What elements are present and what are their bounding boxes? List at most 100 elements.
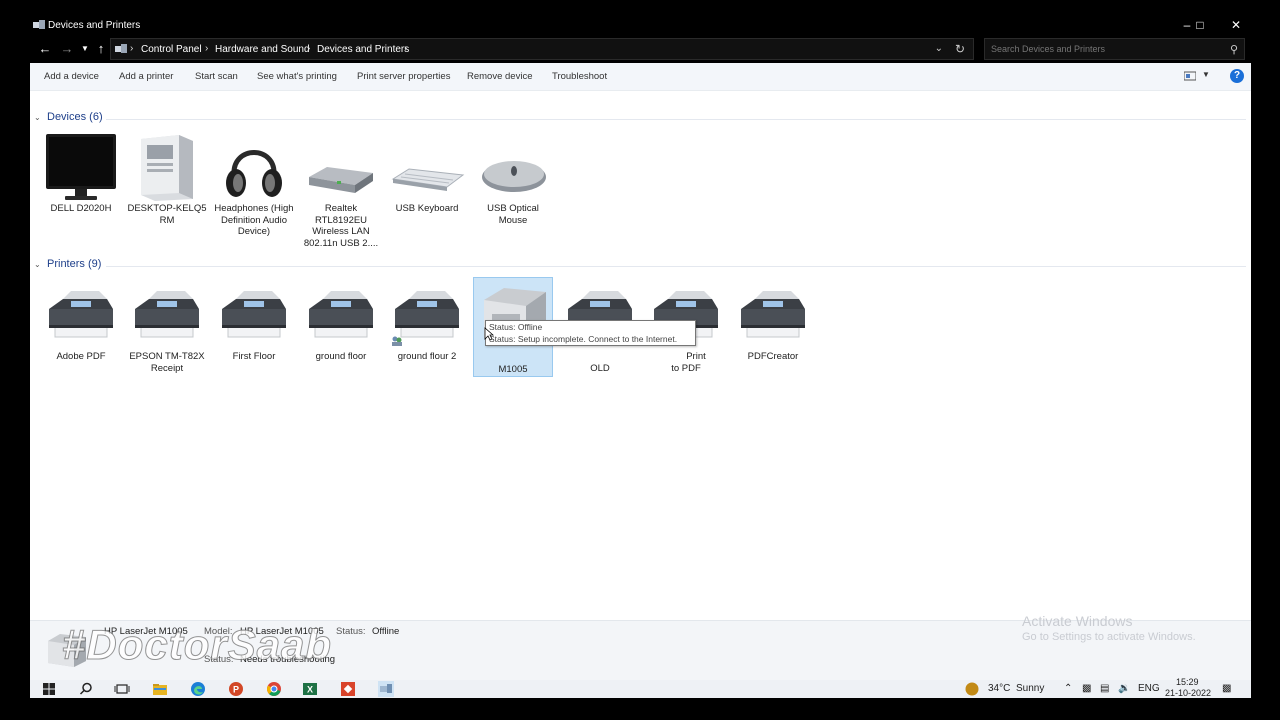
clock-time[interactable]: 15:29 [1176,677,1199,687]
network-icon[interactable]: ▩ [1082,683,1091,694]
devices-and-printers-window: Devices and Printers – □ ✕ ← → ▼ ↑ › Con… [30,14,1251,698]
weather-temperature[interactable]: 34°C [988,683,1010,694]
close-button[interactable]: ✕ [1218,16,1251,34]
device-name: Realtek RTL8192EU Wireless LAN 802.11n U… [303,203,379,249]
devices-printers-app-icon [33,20,45,29]
breadcrumb-devices-and-printers[interactable]: Devices and Printers [317,44,409,55]
file-explorer-icon[interactable] [152,681,168,697]
help-icon[interactable]: ? [1230,69,1244,83]
devices-printers-taskbar-icon[interactable] [378,681,394,697]
show-hidden-icons-chevron-icon[interactable]: ⌃ [1064,683,1072,694]
remove-device-button[interactable]: Remove device [467,71,532,82]
breadcrumb-separator-icon: › [307,43,311,54]
headphones-icon [226,150,282,197]
printer-name: ground floor [315,351,367,362]
weather-sunny-icon [965,682,979,696]
group-divider [106,119,1246,120]
printer-name: to PDF [671,362,701,374]
search-icon[interactable]: ⚲ [1230,43,1238,56]
anydesk-icon[interactable] [340,681,356,697]
device-item[interactable]: DESKTOP-KELQ5 RM [127,131,207,226]
breadcrumb-separator-icon: › [404,43,408,54]
breadcrumb-separator-icon: › [130,43,134,54]
network-adapter-icon [309,167,373,193]
wifi-icon[interactable]: ▤ [1100,683,1109,694]
mouse-icon [482,161,546,192]
breadcrumb-hardware-and-sound[interactable]: Hardware and Sound [215,44,310,55]
window-title: Devices and Printers [48,20,141,31]
devices-group-label: Devices (6) [47,111,103,123]
notification-center-icon[interactable]: ▩ [1222,683,1231,694]
device-item[interactable]: DELL D2020H [41,131,121,215]
content-area: ⌄ Devices (6) DELL D2020H DESKTOP-KELQ5 … [30,91,1251,620]
shared-users-icon [392,336,402,346]
keyboard-icon [391,168,465,191]
search-icon[interactable] [78,681,94,697]
activate-windows-notice: Activate Windows Go to Settings to activ… [1022,613,1196,643]
status-tooltip: Status: Offline Status: Setup incomplete… [485,320,696,346]
device-item[interactable]: USB Optical Mouse [473,131,553,226]
add-printer-button[interactable]: Add a printer [119,71,173,82]
input-language[interactable]: ENG [1138,683,1160,694]
clock-date[interactable]: 21-10-2022 [1165,688,1211,698]
device-name: DESKTOP-KELQ5 RM [127,203,207,226]
printer-icon [134,290,200,338]
monitor-icon [46,134,116,200]
change-view-icon[interactable] [1184,71,1196,81]
device-name: Headphones (High Definition Audio Device… [214,203,294,237]
printer-name: OLD [590,363,610,374]
breadcrumb-control-panel[interactable]: Control Panel [141,44,202,55]
add-device-button[interactable]: Add a device [44,71,99,82]
tooltip-line-1: Status: Offline [489,322,543,332]
printer-item[interactable]: ground flour 2 [387,279,467,363]
up-button[interactable]: ↑ [92,40,110,58]
mouse-cursor-icon [484,327,494,341]
volume-icon[interactable]: 🔉 [1118,683,1130,694]
forward-button[interactable]: → [58,40,76,58]
task-view-icon[interactable] [114,681,130,697]
excel-icon[interactable]: X [302,681,318,697]
device-item[interactable]: Headphones (High Definition Audio Device… [214,131,294,238]
printer-item[interactable]: ground floor [301,279,381,363]
printer-name-top: Print [686,351,706,362]
start-scan-button[interactable]: Start scan [195,71,238,82]
printer-item[interactable]: PDFCreator [733,279,813,363]
title-bar[interactable]: Devices and Printers – □ ✕ [30,14,1251,36]
activate-windows-subtitle: Go to Settings to activate Windows. [1022,631,1196,643]
device-item[interactable]: Realtek RTL8192EU Wireless LAN 802.11n U… [301,131,381,249]
printer-name: Adobe PDF [56,351,106,362]
print-server-properties-button[interactable]: Print server properties [357,71,450,82]
printer-name: EPSON TM-T82X Receipt [129,351,205,374]
video-watermark: #DoctorSaab [61,621,333,669]
edge-browser-icon[interactable] [190,681,206,697]
chrome-browser-icon[interactable] [266,681,282,697]
address-row: ← → ▼ ↑ › Control Panel › Hardware and S… [30,36,1251,63]
device-name: USB Optical Mouse [487,203,539,226]
svg-text:P: P [233,685,239,695]
computer-tower-icon [141,135,193,201]
tooltip-line-2: Status: Setup incomplete. Connect to the… [489,333,678,344]
refresh-icon[interactable]: ↻ [955,42,965,56]
back-button[interactable]: ← [36,40,54,58]
device-item[interactable]: USB Keyboard [387,131,467,215]
printer-item[interactable]: First Floor [214,279,294,363]
maximize-button[interactable]: □ [1182,16,1218,34]
address-bar[interactable]: › Control Panel › Hardware and Sound › D… [110,38,974,60]
printer-icon [308,290,374,338]
printer-item[interactable]: EPSON TM-T82X Receipt [127,279,207,374]
taskbar: P X 34°C Sunny ⌃ ▩ ▤ 🔉 ENG 15:29 21-10-2… [30,677,1251,698]
weather-condition[interactable]: Sunny [1016,683,1044,694]
search-box[interactable]: ⚲ [984,38,1245,60]
powerpoint-icon[interactable]: P [228,681,244,697]
printer-item[interactable]: Adobe PDF [41,279,121,363]
command-bar: Add a device Add a printer Start scan Se… [30,63,1251,91]
view-options-dropdown-icon[interactable]: ▼ [1202,70,1210,79]
troubleshoot-button[interactable]: Troubleshoot [552,71,607,82]
search-input[interactable] [987,41,1217,57]
windows-start-icon[interactable] [41,681,57,697]
collapse-chevron-icon[interactable]: ⌄ [34,113,41,122]
details-status-value: Offline [372,626,400,637]
collapse-chevron-icon[interactable]: ⌄ [34,260,41,269]
see-whats-printing-button[interactable]: See what's printing [257,71,337,82]
address-dropdown-icon[interactable]: ⌄ [935,43,943,54]
